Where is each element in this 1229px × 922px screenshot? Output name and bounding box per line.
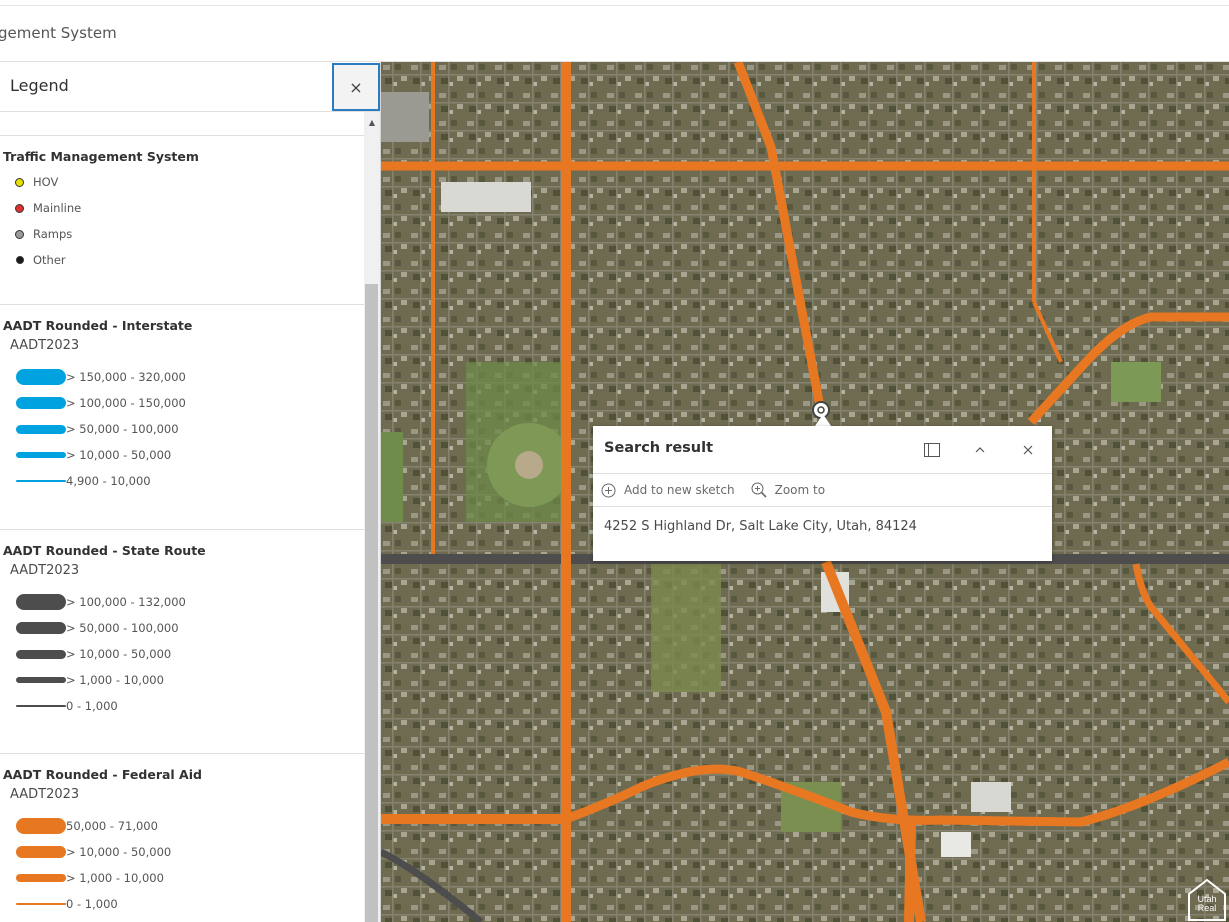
popup-close-button[interactable] <box>1016 438 1040 462</box>
line-symbol-icon <box>16 369 66 385</box>
line-symbol-icon <box>16 480 66 482</box>
legend-title: Legend <box>10 76 69 95</box>
line-symbol-icon <box>16 424 66 434</box>
app-header: gement System <box>0 6 1229 62</box>
legend-item: > 1,000 - 10,000 <box>3 667 364 693</box>
svg-text:Real: Real <box>1198 903 1217 913</box>
line-symbol-icon <box>16 818 66 834</box>
legend-item: > 10,000 - 50,000 <box>3 839 364 865</box>
legend-layer-federal-aid: AADT Rounded - Federal Aid AADT2023 50,0… <box>0 754 364 917</box>
layer-title: AADT Rounded - State Route <box>3 543 206 558</box>
scroll-up-arrow-icon[interactable]: ▲ <box>364 114 380 130</box>
legend-header: Legend × <box>0 62 381 112</box>
legend-item: > 150,000 - 320,000 <box>3 364 364 390</box>
ramps-point-icon <box>15 229 24 239</box>
legend-item: > 1,000 - 10,000 <box>3 865 364 891</box>
line-symbol-icon <box>16 594 66 610</box>
line-symbol-icon <box>16 705 66 707</box>
legend-item: > 50,000 - 100,000 <box>3 615 364 641</box>
legend-item: 50,000 - 71,000 <box>3 813 364 839</box>
legend-item: HOV <box>3 169 364 195</box>
popup-pointer <box>815 414 831 426</box>
line-symbol-icon <box>16 452 66 458</box>
legend-scrollbar[interactable]: ▲ <box>364 112 380 922</box>
field-name: AADT2023 <box>10 787 80 802</box>
plus-circle-icon <box>601 483 616 497</box>
hov-point-icon <box>15 177 24 187</box>
legend-item: 0 - 1,000 <box>3 693 364 719</box>
line-symbol-icon <box>16 874 66 882</box>
legend-item: > 10,000 - 50,000 <box>3 442 364 468</box>
mainline-point-icon <box>15 203 24 213</box>
other-point-icon <box>16 256 24 264</box>
collapse-button[interactable] <box>968 438 992 462</box>
legend-layer-state-route: AADT Rounded - State Route AADT2023 > 10… <box>0 530 364 754</box>
legend-item: Mainline <box>3 195 364 221</box>
legend-item: > 100,000 - 132,000 <box>3 589 364 615</box>
field-name: AADT2023 <box>10 338 80 353</box>
line-symbol-icon <box>16 649 66 659</box>
zoom-in-icon <box>751 482 767 498</box>
legend-layer-traffic-management: Traffic Management System HOV Mainline R… <box>0 136 364 305</box>
zoom-to-button[interactable]: Zoom to <box>751 482 825 498</box>
legend-item: Ramps <box>3 221 364 247</box>
line-symbol-icon <box>16 903 66 905</box>
line-symbol-icon <box>16 397 66 409</box>
legend-item: 4,900 - 10,000 <box>3 468 364 494</box>
line-symbol-icon <box>16 677 66 683</box>
legend-layer-interstate: AADT Rounded - Interstate AADT2023 > 150… <box>0 305 364 530</box>
scrollbar-thumb[interactable] <box>365 284 378 922</box>
legend-close-button[interactable]: × <box>332 63 380 111</box>
legend-item: > 50,000 - 100,000 <box>3 416 364 442</box>
close-icon: × <box>349 77 363 97</box>
search-result-popup: Search result Add to new sketch Zoom to … <box>593 426 1052 561</box>
popup-actions: Add to new sketch Zoom to <box>593 474 1052 507</box>
popup-header: Search result <box>593 426 1052 474</box>
field-name: AADT2023 <box>10 563 80 578</box>
legend-item: > 10,000 - 50,000 <box>3 641 364 667</box>
utah-real-estate-logo: Utah Real <box>1188 878 1226 921</box>
search-result-address: 4252 S Highland Dr, Salt Lake City, Utah… <box>604 519 917 534</box>
legend-panel: Legend × Traffic Management System HOV M… <box>0 62 381 922</box>
legend-item: > 100,000 - 150,000 <box>3 390 364 416</box>
app-title: gement System <box>0 24 117 42</box>
chevron-up-icon <box>975 447 985 453</box>
close-icon <box>1023 445 1033 455</box>
popup-title: Search result <box>604 440 714 456</box>
legend-content[interactable]: Traffic Management System HOV Mainline R… <box>0 112 364 922</box>
layer-title: Traffic Management System <box>3 149 199 164</box>
layer-title: AADT Rounded - Interstate <box>3 318 193 333</box>
legend-item: Other <box>3 247 364 273</box>
add-to-sketch-button[interactable]: Add to new sketch <box>601 483 735 498</box>
dock-button[interactable] <box>920 438 944 462</box>
line-symbol-icon <box>16 622 66 634</box>
legend-item: 0 - 1,000 <box>3 891 364 917</box>
dock-icon <box>924 443 940 457</box>
line-symbol-icon <box>16 846 66 858</box>
layer-title: AADT Rounded - Federal Aid <box>3 767 202 782</box>
